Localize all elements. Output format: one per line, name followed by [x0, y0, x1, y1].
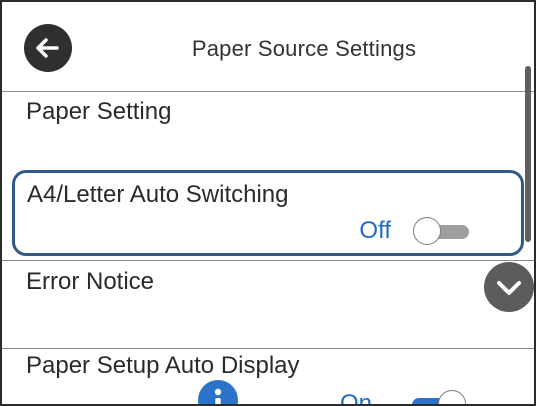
settings-list: Paper Setting A4/Letter Auto Switching O… [2, 92, 534, 406]
divider [2, 260, 534, 261]
info-glyph-icon [214, 388, 222, 404]
auto-display-value: On [339, 390, 372, 406]
auto-switching-value: Off [359, 217, 391, 244]
auto-switching-label: A4/Letter Auto Switching [27, 181, 289, 208]
paper-setting-label: Paper Setting [26, 98, 172, 125]
scrollbar[interactable] [525, 66, 531, 242]
auto-switching-toggle[interactable] [413, 217, 469, 245]
back-button[interactable] [24, 24, 72, 72]
back-arrow-icon [36, 38, 59, 58]
toggle-knob [413, 217, 441, 245]
page-title: Paper Source Settings [191, 36, 417, 61]
divider [2, 348, 534, 349]
printer-screen: Paper Source Settings Paper Setting A4/L… [0, 0, 536, 406]
header: Paper Source Settings [2, 2, 534, 92]
scroll-down-button[interactable] [484, 262, 534, 312]
auto-display-toggle[interactable] [412, 390, 468, 404]
list-item-paper-setting[interactable]: Paper Setting [2, 92, 517, 164]
info-icon[interactable] [198, 380, 238, 404]
list-item-error-notice[interactable]: Error Notice [2, 262, 517, 348]
auto-display-label: Paper Setup Auto Display [26, 352, 300, 379]
error-notice-label: Error Notice [26, 268, 155, 295]
list-item-auto-switching[interactable]: A4/Letter Auto Switching Off [12, 170, 524, 256]
chevron-down-icon [497, 281, 521, 295]
